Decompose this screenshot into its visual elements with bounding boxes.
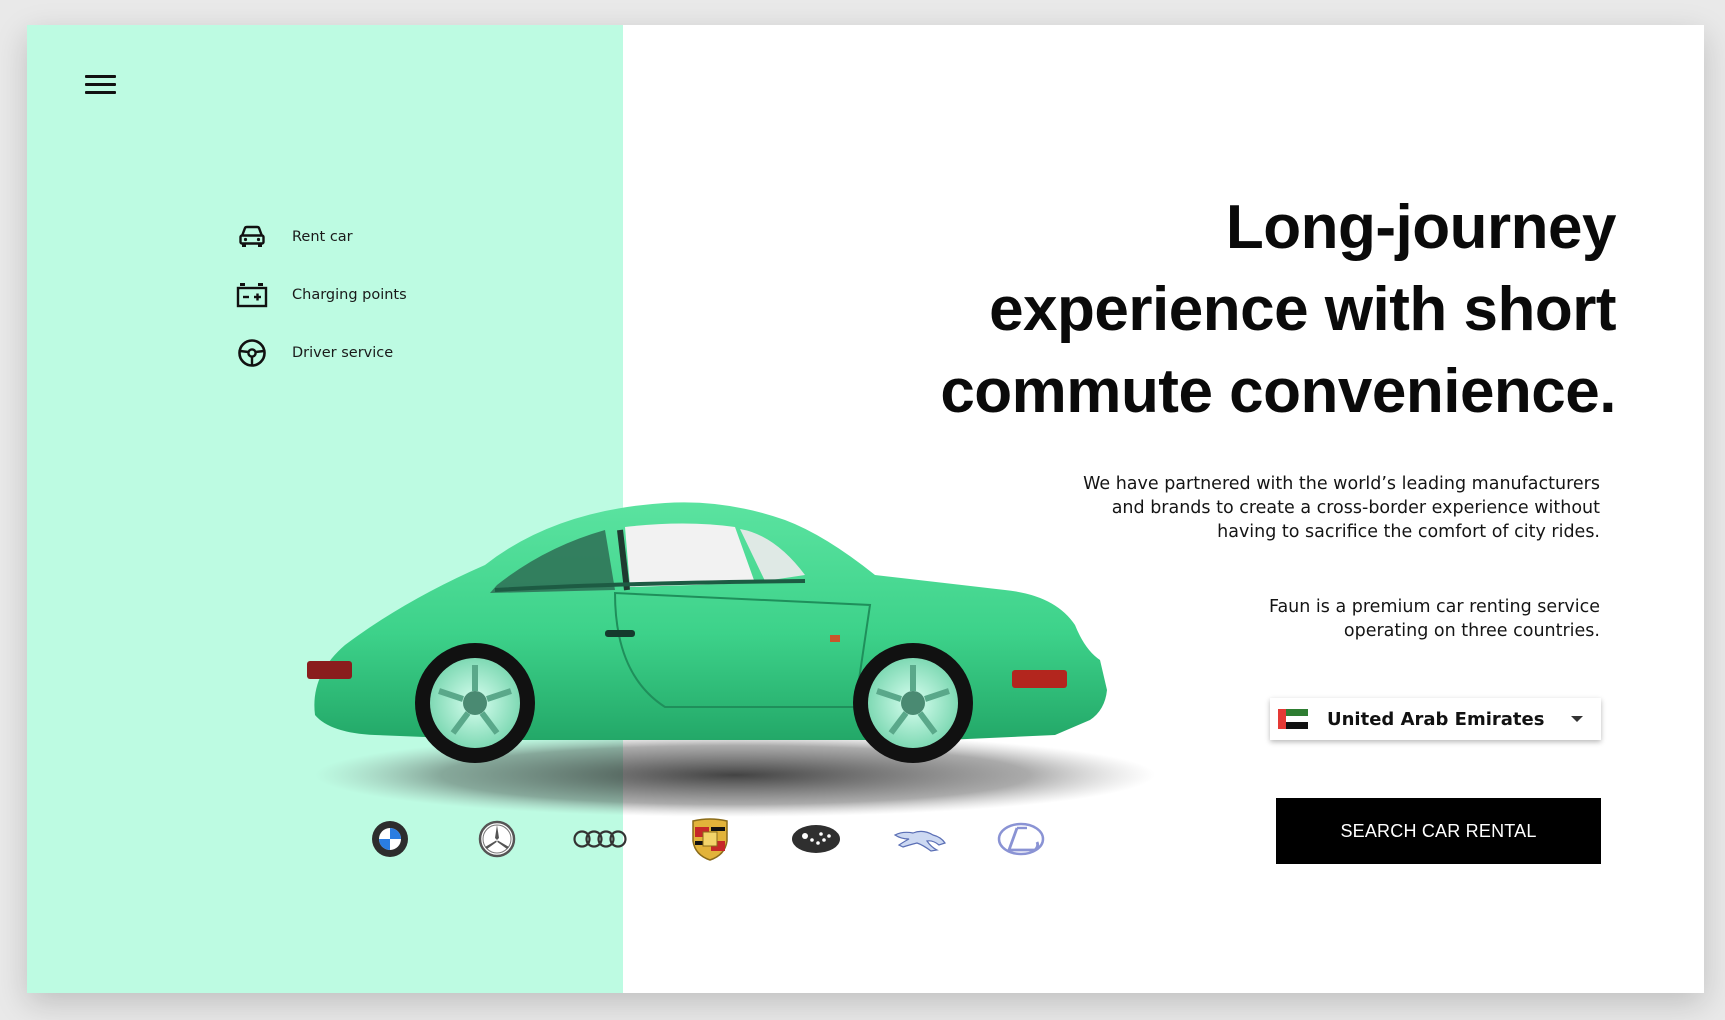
jaguar-logo[interactable] — [890, 811, 950, 867]
nav-item-driver-service[interactable]: Driver service — [235, 336, 407, 370]
side-nav: Rent car Charging points Driver service — [235, 220, 407, 394]
tagline-line: Faun is a premium car renting service — [1269, 597, 1600, 617]
subaru-logo[interactable] — [787, 811, 845, 867]
steering-wheel-icon — [235, 336, 269, 370]
chevron-down-icon — [1571, 716, 1583, 722]
nav-item-label: Driver service — [292, 345, 394, 361]
car-icon — [235, 220, 269, 254]
description-line: having to sacrifice the comfort of city … — [1217, 522, 1600, 542]
hamburger-icon[interactable] — [83, 71, 119, 99]
mercedes-logo[interactable] — [473, 811, 521, 867]
hero-headline: Long-journey experience with short commu… — [856, 187, 1616, 433]
headline-line: commute convenience. — [940, 357, 1616, 426]
porsche-logo[interactable] — [686, 811, 734, 867]
nav-item-rent-car[interactable]: Rent car — [235, 220, 407, 254]
headline-line: Long-journey — [1225, 193, 1617, 262]
page-frame: Rent car Charging points Driver service … — [27, 25, 1704, 993]
audi-logo[interactable] — [572, 811, 628, 867]
country-select[interactable]: United Arab Emirates — [1270, 698, 1601, 740]
headline-line: experience with short — [989, 275, 1616, 344]
bmw-logo[interactable] — [366, 811, 414, 867]
car-image — [307, 502, 1155, 817]
tagline-line: operating on three countries. — [1343, 621, 1600, 641]
nav-item-label: Rent car — [292, 229, 353, 245]
country-select-value: United Arab Emirates — [1327, 708, 1545, 730]
nav-item-charging-points[interactable]: Charging points — [235, 278, 407, 312]
search-car-rental-button[interactable]: SEARCH CAR RENTAL — [1276, 798, 1601, 864]
uae-flag-icon — [1278, 709, 1308, 730]
brand-logos — [27, 811, 1127, 867]
battery-icon — [235, 278, 269, 312]
nav-item-label: Charging points — [292, 287, 407, 303]
lexus-logo[interactable] — [995, 811, 1047, 867]
